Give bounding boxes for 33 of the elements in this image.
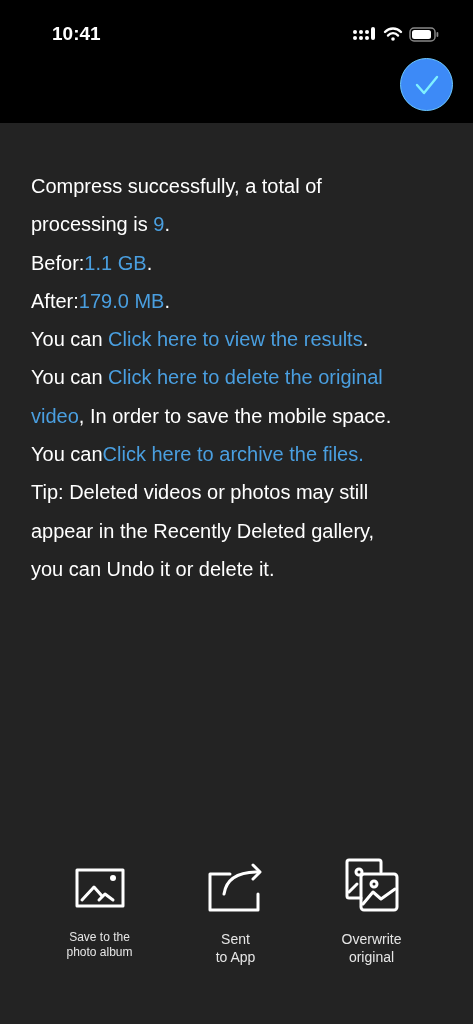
value-text: 179.0 MB <box>78 288 165 314</box>
action-button[interactable]: Overwrite original <box>321 858 422 966</box>
wifi-icon <box>383 27 403 42</box>
message-text: Tip: Deleted videos or photos may still <box>31 480 369 506</box>
message-text: After: <box>31 288 79 314</box>
link[interactable]: Click here to delete the original <box>108 358 383 397</box>
message-text: . <box>146 250 153 276</box>
action-button[interactable]: Save to the photo album <box>49 858 150 966</box>
link[interactable]: video <box>31 396 79 436</box>
message-text: you can Undo it or delete it. <box>31 556 275 582</box>
message-text: appear in the Recently Deleted gallery, <box>31 518 375 544</box>
action-button[interactable]: Sent to App <box>185 858 286 966</box>
message-text: Compress successfully, a total of <box>31 174 322 199</box>
message-text: . <box>362 327 369 353</box>
message-text: Befor: <box>31 250 85 276</box>
message-text: You can <box>31 365 104 391</box>
status-time: 10:41 <box>52 22 101 46</box>
message-text: . <box>164 288 170 314</box>
value-text: 1.1 GB <box>84 250 147 276</box>
message-text: You can <box>31 442 103 468</box>
checkmark-icon <box>414 74 439 95</box>
link[interactable]: Click here to view the results <box>108 320 363 359</box>
done-button[interactable] <box>400 58 453 111</box>
value-text: 9 <box>153 212 165 238</box>
message-text: . <box>164 212 170 238</box>
link[interactable]: Click here to archive the files. <box>102 435 364 474</box>
picture-frame-icon <box>74 868 125 908</box>
signal-icon <box>353 27 377 42</box>
battery-icon <box>409 26 439 42</box>
stacked-pictures-icon <box>344 858 399 912</box>
message-text: You can <box>31 327 104 353</box>
message-text: , In order to save the mobile space. <box>78 403 392 429</box>
message-text: processing is <box>31 212 149 238</box>
